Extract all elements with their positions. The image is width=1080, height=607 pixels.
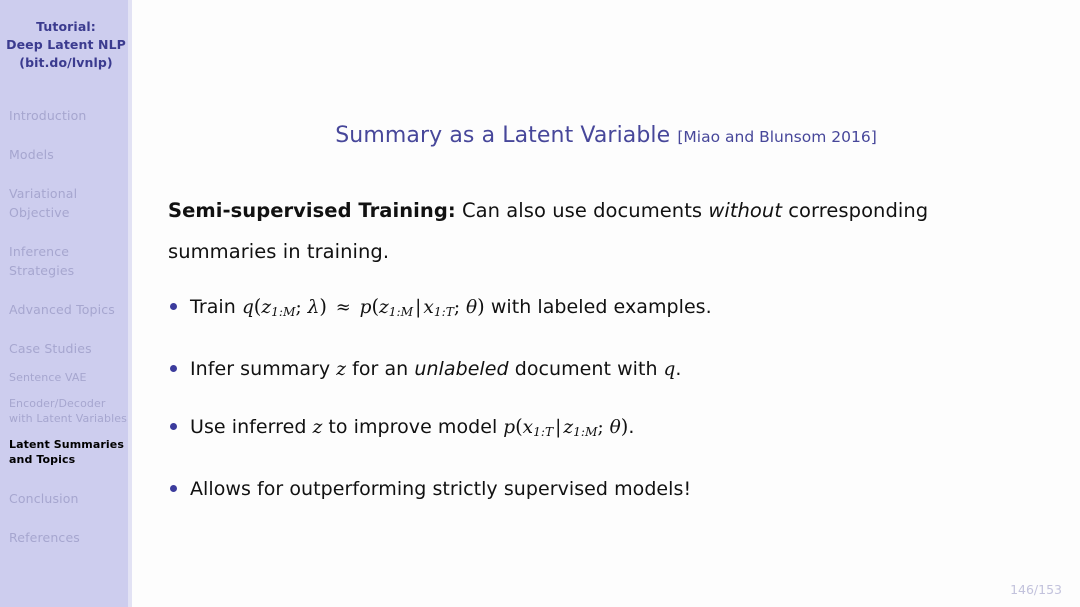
bullet-list: Train q(z1:M; λ) ≈ p(z1:M | x1:T; θ) with … [132,294,1080,502]
bullet-text-infer-period: . [675,357,682,380]
bullet-text-train: Train [190,295,236,318]
sidebar-title-line-2: Deep Latent NLP [6,37,126,52]
lead-bold-prefix: Semi-supervised Training: [168,198,456,222]
bullet-dot-icon [170,364,177,372]
page-title: Summary as a Latent Variable [Miao and B… [132,15,1080,148]
bullet-text-use: Use inferred [190,415,307,438]
list-item: Use inferred z to improve model p(x1:T | z… [170,414,1080,445]
bullet-text-train-tail: with labeled examples. [490,295,712,318]
sidebar-item-advanced-topics[interactable]: Advanced Topics [0,300,132,319]
math-symbol-z: z [336,358,347,380]
bullet-dot-icon [170,302,177,310]
bullet-text-infer-doc: document with [514,357,658,380]
math-expression-likelihood: p(x1:T | z1:M; θ) [497,414,629,440]
math-symbol-q: q [657,358,676,380]
sidebar-subitem-encoder-decoder-with-latent-variables[interactable]: Encoder/Decoder with Latent Variables [0,396,132,426]
sidebar-navigation: Tutorial: Deep Latent NLP (bit.do/lvnlp)… [0,0,132,607]
slide-root: Tutorial: Deep Latent NLP (bit.do/lvnlp)… [0,0,1080,607]
sidebar-subitem-sentence-vae[interactable]: Sentence VAE [0,370,132,385]
math-symbol-z-2: z [312,416,323,438]
approx-symbol: ≈ [329,296,357,318]
sidebar-item-variational-objective[interactable]: Variational Objective [0,184,132,222]
italic-word-unlabeled: unlabeled [414,357,509,380]
sidebar-title-line-3: (bit.do/lvnlp) [19,55,113,70]
page-number: 146/153 [1010,582,1062,597]
list-item: Allows for outperforming strictly superv… [170,476,1080,502]
sidebar-subitem-latent-summaries-and-topics[interactable]: Latent Summaries and Topics [0,437,132,467]
sidebar-item-references[interactable]: References [0,528,132,547]
bullet-text-use-mid: to improve model [328,415,498,438]
math-expression-posterior: p(z1:M | x1:T; θ) [359,294,485,319]
sidebar-item-conclusion[interactable]: Conclusion [0,489,132,508]
slide-content: Summary as a Latent Variable [Miao and B… [132,0,1080,607]
lead-text-before: Can also use documents [455,198,709,222]
sidebar-title-line-1: Tutorial: [36,19,96,34]
bullet-text-infer: Infer summary [190,357,331,380]
page-title-citation: [Miao and Blunsom 2016] [677,127,877,146]
sidebar-item-case-studies[interactable]: Case Studies [0,339,132,358]
list-item: Train q(z1:M; λ) ≈ p(z1:M | x1:T; θ) with … [170,294,1080,325]
page-title-text: Summary as a Latent Variable [335,122,671,148]
sidebar-tutorial-title: Tutorial: Deep Latent NLP (bit.do/lvnlp) [0,0,132,72]
bullet-text-use-period: . [628,415,635,438]
bullet-text-infer-mid: for an [352,357,409,380]
sidebar-item-models[interactable]: Models [0,145,132,164]
lead-italic-word: without [708,198,783,222]
sidebar-item-inference-strategies[interactable]: Inference Strategies [0,242,132,280]
bullet-text-outperform: Allows for outperforming strictly superv… [190,478,692,501]
math-expression-train: q(z1:M; λ) [241,294,327,319]
bullet-dot-icon [170,485,177,493]
sidebar-item-introduction[interactable]: Introduction [0,106,132,125]
lead-paragraph: Semi-supervised Training: Can also use d… [168,190,1026,272]
sidebar-toc: Introduction Models Variational Objectiv… [0,106,132,547]
bullet-dot-icon [170,422,177,430]
list-item: Infer summary z for an unlabeled documen… [170,356,1080,383]
